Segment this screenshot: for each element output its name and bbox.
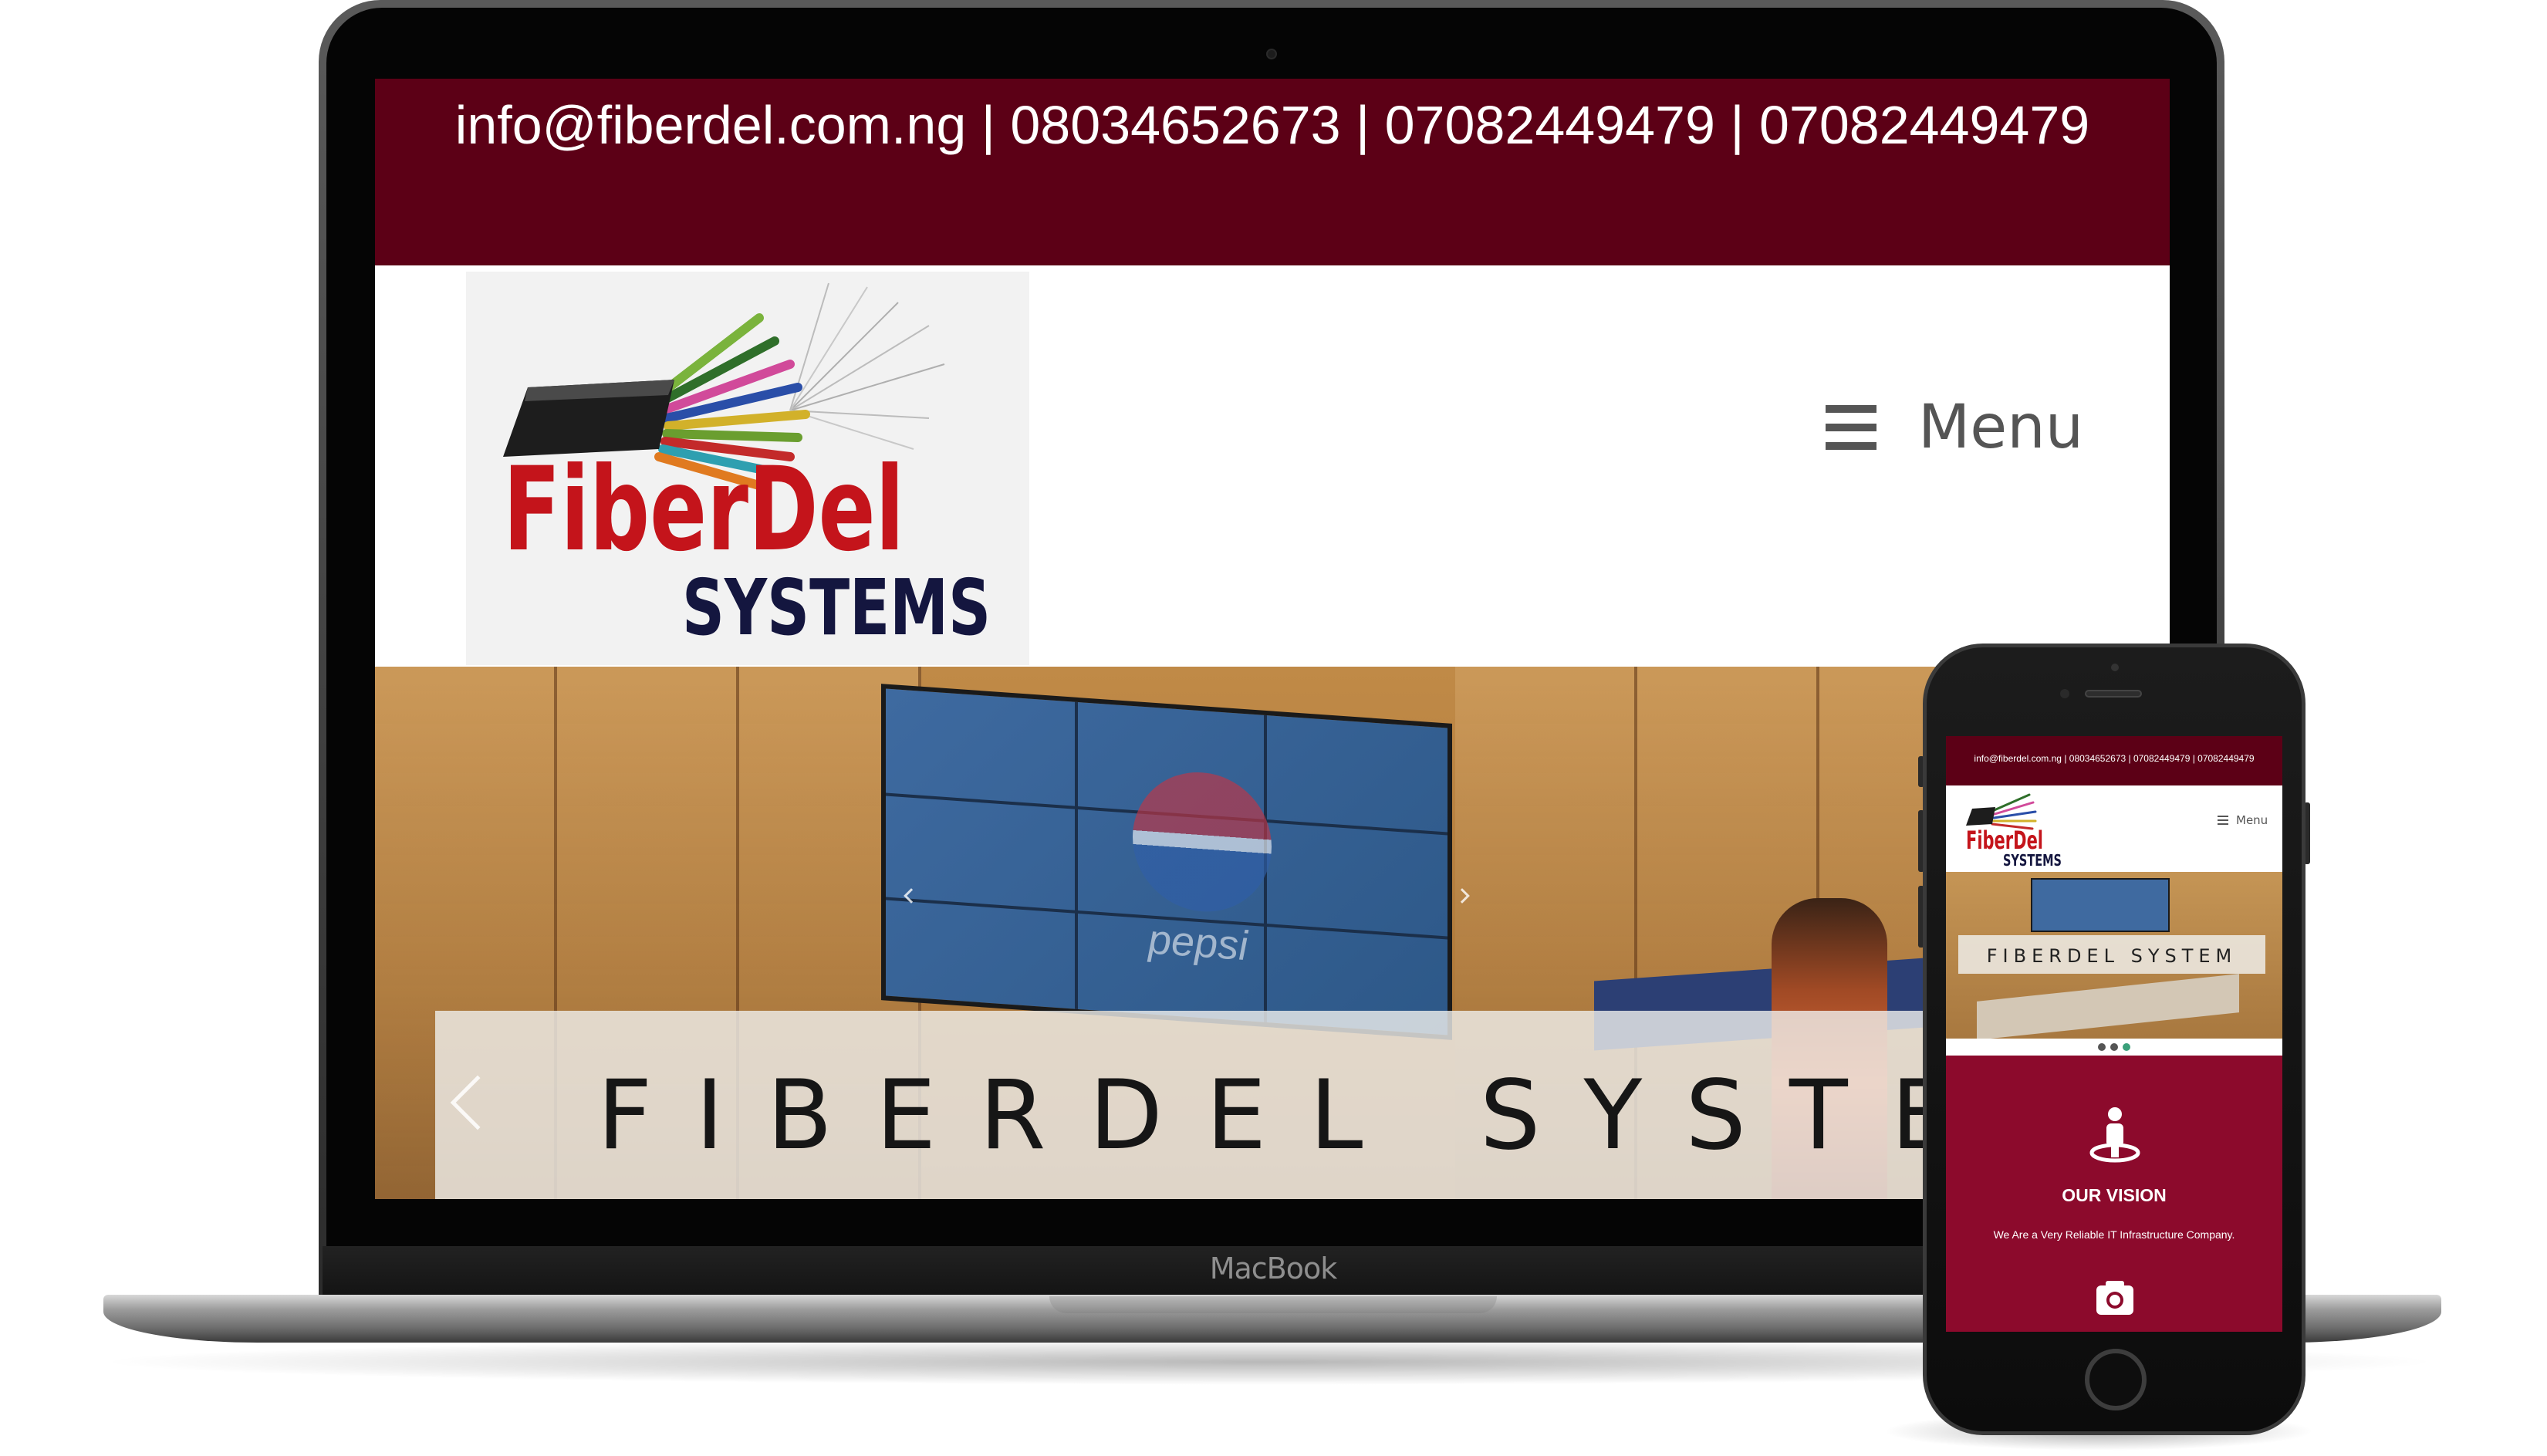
carousel-dot[interactable] xyxy=(2110,1043,2118,1051)
vision-text: We Are a Very Reliable IT Infrastructure… xyxy=(1993,1228,2235,1241)
mobile-contact-bar: info@fiberdel.com.ng | 08034652673 | 070… xyxy=(1946,736,2282,785)
mobile-menu-label: Menu xyxy=(2236,813,2268,827)
pepsi-logo xyxy=(1133,767,1272,917)
site-logo[interactable]: FiberDel SYSTEMS xyxy=(466,272,1029,665)
video-wall: pepsi xyxy=(881,684,1452,1040)
logo-line1: FiberDel xyxy=(503,443,904,577)
carousel-dots xyxy=(1946,1039,2282,1056)
hero-caption: FIBERDEL SYSTEM xyxy=(597,1060,2121,1171)
vision-title: OUR VISION xyxy=(2062,1185,2167,1205)
pepsi-wordmark: pepsi xyxy=(1148,916,1248,970)
mobile-hamburger-icon xyxy=(2218,816,2228,825)
hamburger-icon xyxy=(1826,405,1876,450)
phone-sensor xyxy=(2111,664,2119,671)
carousel-dot[interactable] xyxy=(2098,1043,2106,1051)
phone-front-camera xyxy=(2060,689,2069,698)
vision-section: OUR VISION We Are a Very Reliable IT Inf… xyxy=(1946,1056,2282,1332)
carousel-dot-active[interactable] xyxy=(2123,1043,2130,1051)
hero-caption-box: FIBERDEL SYSTEM xyxy=(435,1011,2170,1199)
mobile-hero-slider: FIBERDEL SYSTEM xyxy=(1946,872,2282,1039)
menu-button[interactable]: Menu xyxy=(1826,389,2083,466)
mobile-logo-image: FiberDel SYSTEMS xyxy=(1966,793,2062,870)
phone-home-button[interactable] xyxy=(2085,1349,2147,1410)
mobile-menu-button[interactable]: Menu xyxy=(2218,813,2268,827)
phone-screen: info@fiberdel.com.ng | 08034652673 | 070… xyxy=(1946,736,2282,1332)
menu-label: Menu xyxy=(1918,393,2084,462)
macbook-label: MacBook xyxy=(1209,1252,1338,1285)
person-icon xyxy=(2089,1107,2140,1163)
laptop-notch xyxy=(1049,1296,1497,1313)
mobile-hero-caption-box: FIBERDEL SYSTEM xyxy=(1958,935,2265,974)
fiberdel-logo-image: FiberDel SYSTEMS xyxy=(503,282,991,653)
mobile-logo-line2: SYSTEMS xyxy=(2003,851,2062,869)
laptop-screen: info@fiberdel.com.ng | 08034652673 | 070… xyxy=(375,79,2170,1199)
mobile-contact-info[interactable]: info@fiberdel.com.ng | 08034652673 | 070… xyxy=(1946,753,2282,764)
phone-speaker xyxy=(2085,690,2142,698)
site-header: FiberDel SYSTEMS Menu xyxy=(375,265,2170,667)
logo-line2: SYSTEMS xyxy=(682,562,991,653)
mobile-site-logo[interactable]: FiberDel SYSTEMS xyxy=(1960,789,2076,870)
contact-bar: info@fiberdel.com.ng | 08034652673 | 070… xyxy=(375,79,2170,265)
mobile-video-wall xyxy=(2031,878,2170,932)
contact-info[interactable]: info@fiberdel.com.ng | 08034652673 | 070… xyxy=(375,94,2170,156)
laptop-camera xyxy=(1266,49,1277,59)
mobile-hero-caption: FIBERDEL SYSTEM xyxy=(1986,945,2238,967)
hero-slider: pepsi FIBERDEL SYSTEM xyxy=(375,667,2170,1199)
camera-icon xyxy=(2096,1281,2133,1315)
mobile-desk xyxy=(1977,974,2239,1039)
